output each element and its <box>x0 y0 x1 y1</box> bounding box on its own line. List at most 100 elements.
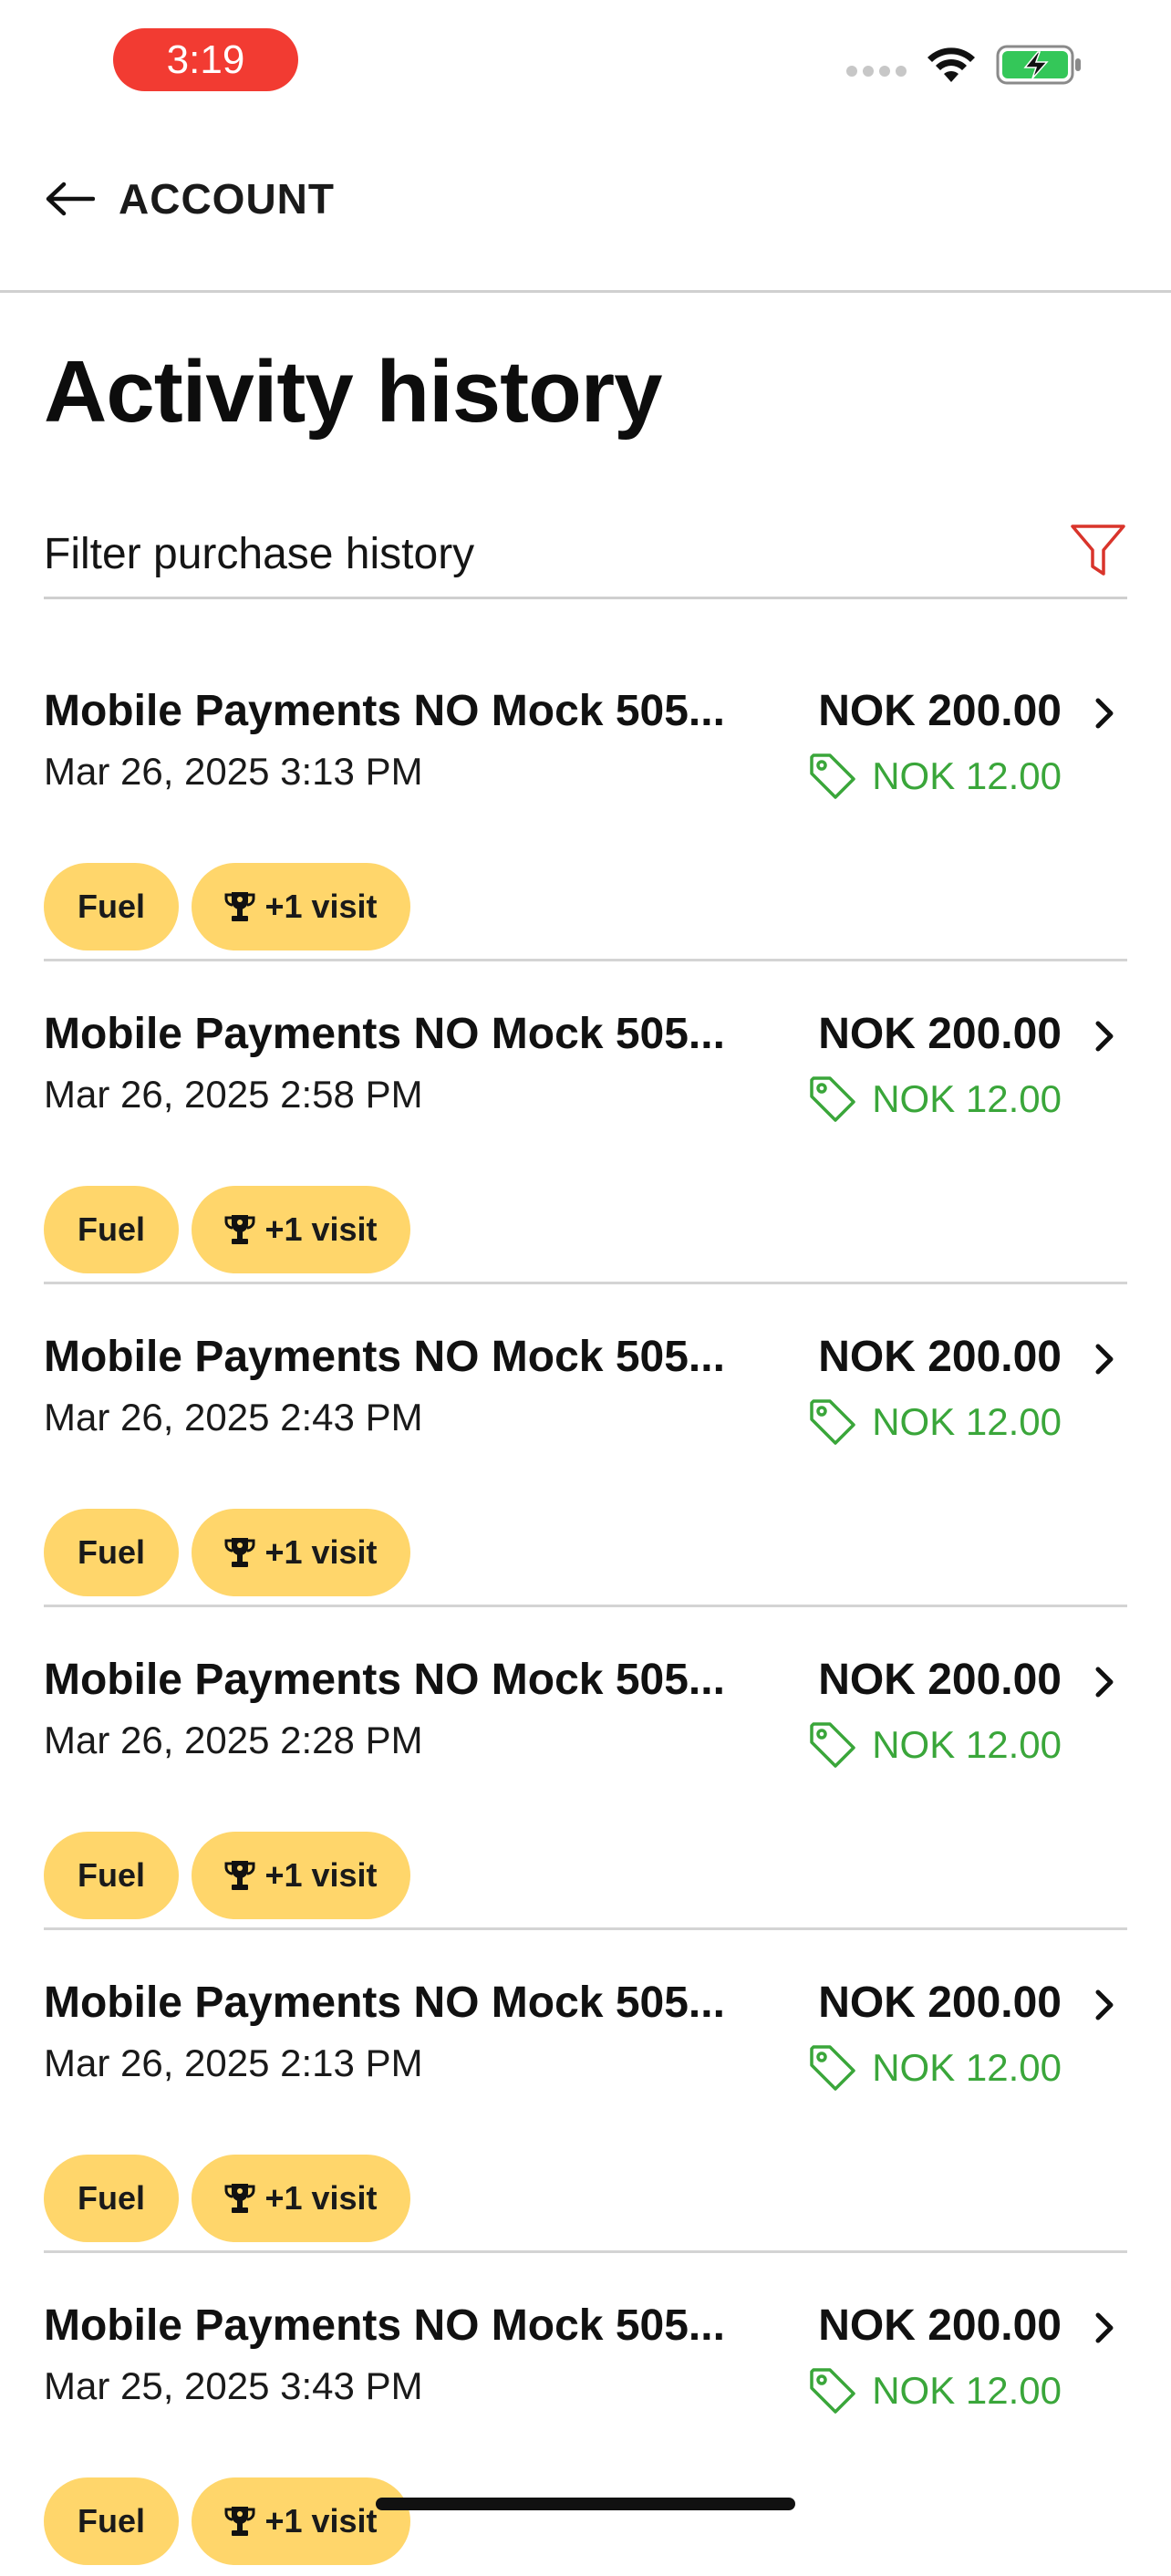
discount-row: NOK 12.00 <box>806 1719 1062 1771</box>
activity-date: Mar 26, 2025 2:13 PM <box>44 2041 423 2084</box>
funnel-icon[interactable] <box>1069 521 1127 579</box>
chevron-right-icon[interactable] <box>1089 1664 1120 1700</box>
activity-item[interactable]: Mobile Payments NO Mock 505... Mar 26, 2… <box>44 1930 1127 2253</box>
wifi-icon <box>927 47 975 82</box>
chevron-right-icon[interactable] <box>1089 1341 1120 1377</box>
visit-badge: +1 visit <box>192 863 410 950</box>
discount-amount: NOK 12.00 <box>872 1723 1062 1766</box>
arrow-left-icon[interactable] <box>44 181 95 217</box>
visit-badge: +1 visit <box>192 2155 410 2242</box>
activity-item[interactable]: Mobile Payments NO Mock 505... Mar 26, 2… <box>44 1284 1127 1607</box>
activity-badges: Fuel +1 visit <box>44 1509 410 1596</box>
back-nav[interactable]: ACCOUNT <box>44 164 335 234</box>
visit-badge: +1 visit <box>192 2477 410 2565</box>
activity-badges: Fuel +1 visit <box>44 2155 410 2242</box>
fuel-badge: Fuel <box>44 863 179 950</box>
discount-row: NOK 12.00 <box>806 1073 1062 1126</box>
trophy-icon <box>224 892 255 921</box>
price-tag-icon <box>810 2368 855 2414</box>
fuel-badge: Fuel <box>44 2155 179 2242</box>
visit-badge-label: +1 visit <box>264 1210 378 1248</box>
trophy-icon <box>224 2184 255 2213</box>
activity-item[interactable]: Mobile Payments NO Mock 505... Mar 26, 2… <box>44 961 1127 1284</box>
fuel-badge-label: Fuel <box>77 2502 145 2540</box>
page-title: Activity history <box>44 343 663 441</box>
visit-badge: +1 visit <box>192 1186 410 1273</box>
fuel-badge: Fuel <box>44 1509 179 1596</box>
fuel-badge-label: Fuel <box>77 1856 145 1894</box>
fuel-badge: Fuel <box>44 1832 179 1919</box>
fuel-badge-label: Fuel <box>77 888 145 925</box>
price-tag-icon <box>810 753 855 799</box>
merchant-name: Mobile Payments NO Mock 505... <box>44 1333 725 1381</box>
activity-amount: NOK 200.00 <box>818 687 1062 735</box>
activity-badges: Fuel +1 visit <box>44 1186 410 1273</box>
activity-list: Mobile Payments NO Mock 505... Mar 26, 2… <box>44 639 1127 2576</box>
activity-item[interactable]: Mobile Payments NO Mock 505... Mar 25, 2… <box>44 2253 1127 2576</box>
fuel-badge: Fuel <box>44 2477 179 2565</box>
discount-amount: NOK 12.00 <box>872 1400 1062 1443</box>
activity-amount: NOK 200.00 <box>818 1656 1062 1704</box>
activity-amount: NOK 200.00 <box>818 1333 1062 1381</box>
trophy-icon <box>224 2507 255 2536</box>
fuel-badge-label: Fuel <box>77 1533 145 1571</box>
price-tag-icon <box>810 1399 855 1445</box>
activity-badges: Fuel +1 visit <box>44 863 410 950</box>
price-tag-icon <box>810 2045 855 2091</box>
trophy-icon <box>224 1861 255 1890</box>
price-tag-icon <box>810 1722 855 1768</box>
activity-badges: Fuel +1 visit <box>44 1832 410 1919</box>
activity-item[interactable]: Mobile Payments NO Mock 505... Mar 26, 2… <box>44 639 1127 961</box>
nav-divider <box>0 290 1171 293</box>
cellular-signal-icon <box>846 66 907 77</box>
activity-date: Mar 26, 2025 2:43 PM <box>44 1396 423 1439</box>
visit-badge-label: +1 visit <box>264 2502 378 2540</box>
visit-badge: +1 visit <box>192 1509 410 1596</box>
trophy-icon <box>224 1215 255 1244</box>
filter-label: Filter purchase history <box>44 529 475 578</box>
discount-amount: NOK 12.00 <box>872 1077 1062 1120</box>
discount-row: NOK 12.00 <box>806 750 1062 803</box>
chevron-right-icon[interactable] <box>1089 1018 1120 1054</box>
back-nav-label[interactable]: ACCOUNT <box>119 174 335 223</box>
status-bar: 3:19 <box>0 0 1171 128</box>
discount-row: NOK 12.00 <box>806 1396 1062 1449</box>
merchant-name: Mobile Payments NO Mock 505... <box>44 1979 725 2027</box>
fuel-badge-label: Fuel <box>77 1210 145 1248</box>
visit-badge-label: +1 visit <box>264 1856 378 1894</box>
fuel-badge-label: Fuel <box>77 2179 145 2217</box>
chevron-right-icon[interactable] <box>1089 2310 1120 2346</box>
visit-badge: +1 visit <box>192 1832 410 1919</box>
activity-date: Mar 26, 2025 3:13 PM <box>44 750 423 793</box>
activity-amount: NOK 200.00 <box>818 1010 1062 1058</box>
discount-row: NOK 12.00 <box>806 2041 1062 2094</box>
visit-badge-label: +1 visit <box>264 888 378 925</box>
activity-amount: NOK 200.00 <box>818 2301 1062 2350</box>
chevron-right-icon[interactable] <box>1089 1987 1120 2023</box>
merchant-name: Mobile Payments NO Mock 505... <box>44 1656 725 1704</box>
activity-date: Mar 26, 2025 2:28 PM <box>44 1719 423 1761</box>
battery-charging-icon <box>996 45 1081 85</box>
activity-date: Mar 25, 2025 3:43 PM <box>44 2364 423 2407</box>
activity-amount: NOK 200.00 <box>818 1979 1062 2027</box>
visit-badge-label: +1 visit <box>264 2179 378 2217</box>
home-indicator[interactable] <box>376 2498 795 2510</box>
status-icons <box>846 44 1083 86</box>
activity-badges: Fuel +1 visit <box>44 2477 410 2565</box>
status-time: 3:19 <box>113 28 298 91</box>
trophy-icon <box>224 1538 255 1567</box>
merchant-name: Mobile Payments NO Mock 505... <box>44 2301 725 2350</box>
visit-badge-label: +1 visit <box>264 1533 378 1571</box>
discount-row: NOK 12.00 <box>806 2364 1062 2417</box>
chevron-right-icon[interactable] <box>1089 695 1120 732</box>
activity-date: Mar 26, 2025 2:58 PM <box>44 1073 423 1116</box>
discount-amount: NOK 12.00 <box>872 2046 1062 2089</box>
merchant-name: Mobile Payments NO Mock 505... <box>44 1010 725 1058</box>
filter-purchase-history[interactable]: Filter purchase history <box>44 511 1127 599</box>
discount-amount: NOK 12.00 <box>872 2369 1062 2412</box>
activity-item[interactable]: Mobile Payments NO Mock 505... Mar 26, 2… <box>44 1607 1127 1930</box>
price-tag-icon <box>810 1076 855 1122</box>
discount-amount: NOK 12.00 <box>872 754 1062 797</box>
fuel-badge: Fuel <box>44 1186 179 1273</box>
merchant-name: Mobile Payments NO Mock 505... <box>44 687 725 735</box>
